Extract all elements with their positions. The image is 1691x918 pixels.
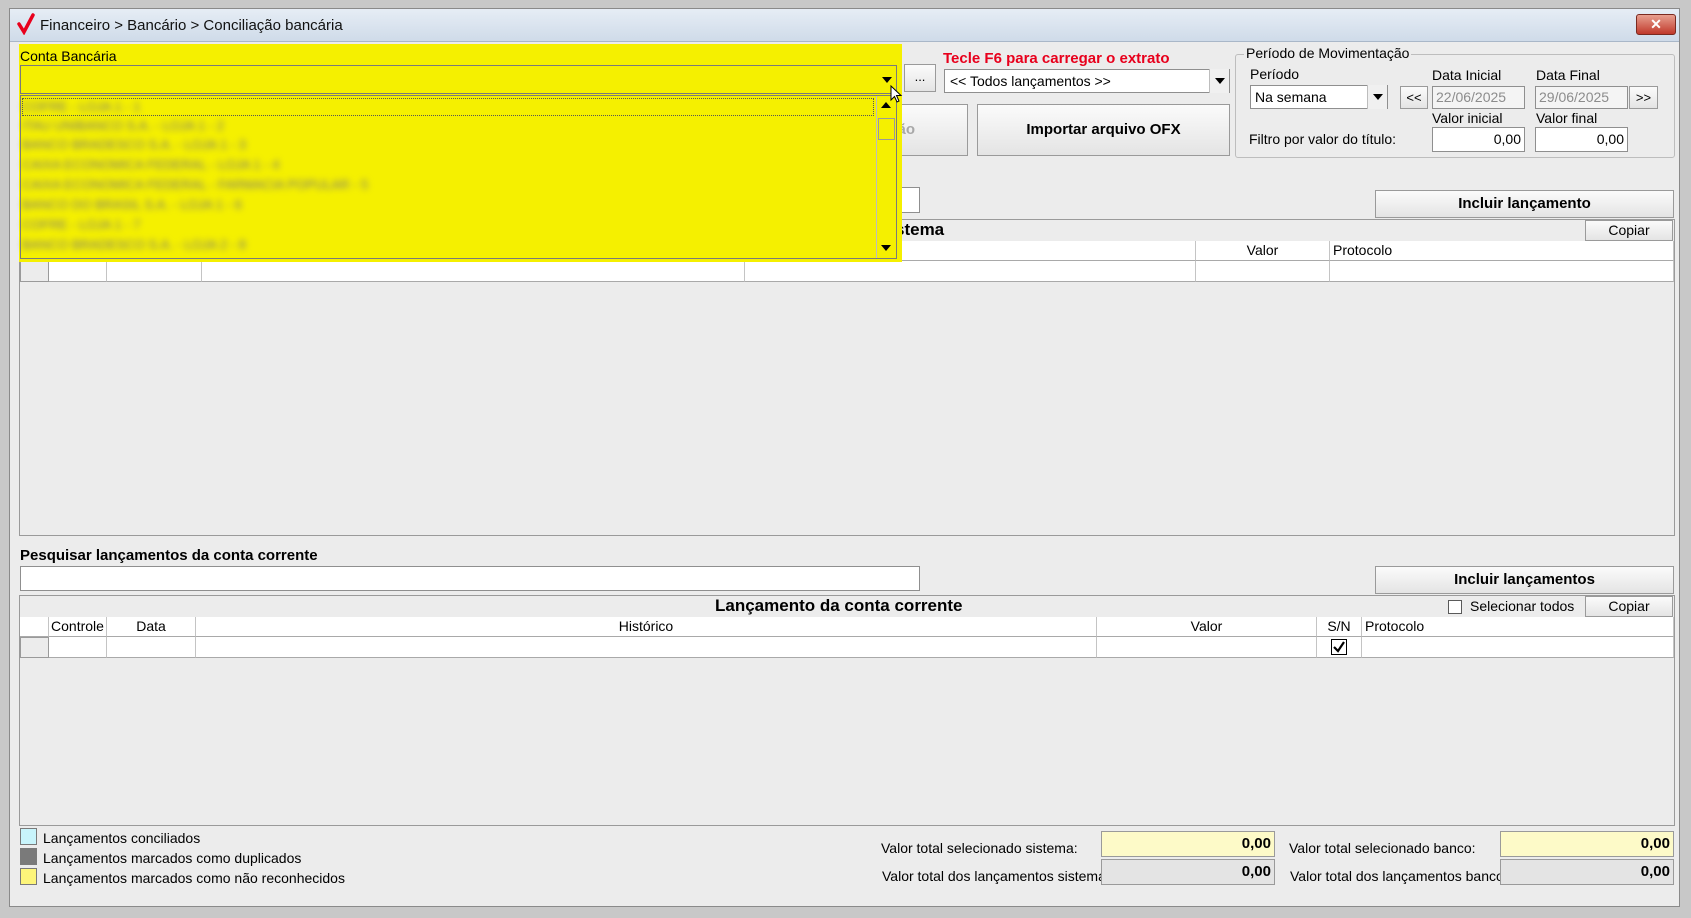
tot-banco-label: Valor total dos lançamentos banco:	[1290, 868, 1508, 884]
legend-nao-reconhecidos: Lançamentos marcados como não reconhecid…	[43, 870, 345, 886]
periodo-group-title: Período de Movimentação	[1244, 45, 1412, 61]
filtro-valor-label: Filtro por valor do título:	[1249, 131, 1397, 147]
conta-option[interactable]: ITAU UNIBANCO S.A. - LOJA 1 - 2	[22, 118, 224, 135]
tot-sistema-value: 0,00	[1101, 859, 1275, 885]
valor-final-label: Valor final	[1536, 110, 1598, 126]
periodo-select[interactable]: Na semana	[1250, 85, 1388, 109]
prev-period-button[interactable]: <<	[1400, 86, 1428, 109]
conta-option[interactable]: BANCO BRADESCO S.A. - LOJA 2 - 8	[22, 237, 246, 254]
sel-sistema-label: Valor total selecionado sistema:	[881, 840, 1078, 856]
col-data: Data	[107, 617, 196, 637]
window-title: Financeiro > Bancário > Conciliação banc…	[40, 17, 343, 34]
legend-swatch-conciliados	[20, 828, 37, 845]
sistema-grid-title: stema	[895, 220, 945, 239]
table-row[interactable]	[20, 261, 1674, 282]
selecionar-todos-label: Selecionar todos	[1470, 598, 1575, 614]
extrato-filter-select[interactable]: << Todos lançamentos >>	[944, 69, 1230, 93]
valor-inicial-field[interactable]: 0,00	[1432, 127, 1525, 152]
chevron-down-icon[interactable]	[1209, 69, 1229, 93]
valor-final-field[interactable]: 0,00	[1535, 127, 1628, 152]
conta-option[interactable]: COFRE - LOJA 1 - 1	[22, 99, 140, 116]
periodo-label: Período	[1250, 66, 1300, 82]
conta-option[interactable]: BANCO BRADESCO S.A. - LOJA 1 - 3	[22, 137, 246, 154]
pesquisar-conta-input[interactable]	[20, 566, 920, 591]
col-indicator	[20, 617, 49, 637]
mouse-cursor-icon	[890, 85, 903, 103]
sn-checkbox[interactable]	[1331, 639, 1347, 655]
conta-scrollbar[interactable]	[876, 96, 896, 258]
tot-sistema-label: Valor total dos lançamentos sistema:	[882, 868, 1110, 884]
legend-duplicados: Lançamentos marcados como duplicados	[43, 850, 302, 866]
legend-conciliados: Lançamentos conciliados	[43, 830, 201, 846]
sel-banco-value: 0,00	[1500, 831, 1674, 857]
col-controle: Controle	[49, 617, 107, 637]
next-period-button[interactable]: >>	[1629, 86, 1658, 109]
col-valor: Valor	[1097, 617, 1317, 637]
data-final-label: Data Final	[1536, 67, 1600, 83]
conta-browse-button[interactable]: ...	[904, 64, 936, 92]
data-inicial-field[interactable]: 22/06/2025	[1432, 86, 1525, 109]
option-focus	[22, 98, 874, 116]
check-icon	[1333, 641, 1345, 653]
copiar-conta-button[interactable]: Copiar	[1585, 596, 1673, 617]
conta-option[interactable]: CAIXA ECONOMICA FEDERAL - FARMACIA POPUL…	[22, 177, 368, 194]
f6-hint: Tecle F6 para carregar o extrato	[943, 50, 1170, 67]
col-valor: Valor	[1196, 241, 1330, 261]
table-row[interactable]	[20, 637, 1674, 658]
scroll-thumb[interactable]	[878, 118, 895, 140]
scroll-down-icon[interactable]	[881, 245, 891, 251]
conta-option[interactable]: CAIXA ECONOMICA FEDERAL - LOJA 1 - 4	[22, 157, 279, 174]
col-protocolo: Protocolo	[1330, 241, 1674, 261]
tot-banco-value: 0,00	[1500, 859, 1674, 885]
legend-swatch-nao-reconhecidos	[20, 868, 37, 885]
valor-inicial-label: Valor inicial	[1432, 110, 1503, 126]
col-protocolo: Protocolo	[1362, 617, 1674, 637]
conta-option[interactable]: BANCO DO BRASIL S.A. - LOJA 1 - 6	[22, 197, 242, 214]
data-inicial-label: Data Inicial	[1432, 67, 1502, 83]
close-icon: ✕	[1650, 16, 1662, 32]
conta-bancaria-select[interactable]	[20, 65, 897, 94]
conta-bancaria-label: Conta Bancária	[20, 48, 117, 64]
sel-sistema-value: 0,00	[1101, 831, 1275, 857]
legend-swatch-duplicados	[20, 848, 37, 865]
data-final-field[interactable]: 29/06/2025	[1535, 86, 1628, 109]
app-check-icon	[17, 13, 35, 35]
conta-corrente-title: Lançamento da conta corrente	[715, 596, 963, 615]
copiar-sistema-button[interactable]: Copiar	[1585, 220, 1673, 241]
col-historico: Histórico	[196, 617, 1097, 637]
pesquisar-conta-label: Pesquisar lançamentos da conta corrente	[20, 547, 318, 564]
incluir-lancamentos-button[interactable]: Incluir lançamentos	[1375, 566, 1674, 594]
import-ofx-button[interactable]: Importar arquivo OFX	[977, 104, 1230, 156]
chevron-down-icon[interactable]	[1367, 85, 1387, 109]
selecionar-todos-checkbox[interactable]	[1448, 600, 1462, 614]
col-sn: S/N	[1317, 617, 1362, 637]
conta-option[interactable]: COFRE - LOJA 1 - 7	[22, 217, 140, 234]
sel-banco-label: Valor total selecionado banco:	[1289, 840, 1476, 856]
incluir-lancamento-button[interactable]: Incluir lançamento	[1375, 190, 1674, 218]
close-button[interactable]: ✕	[1636, 14, 1676, 35]
